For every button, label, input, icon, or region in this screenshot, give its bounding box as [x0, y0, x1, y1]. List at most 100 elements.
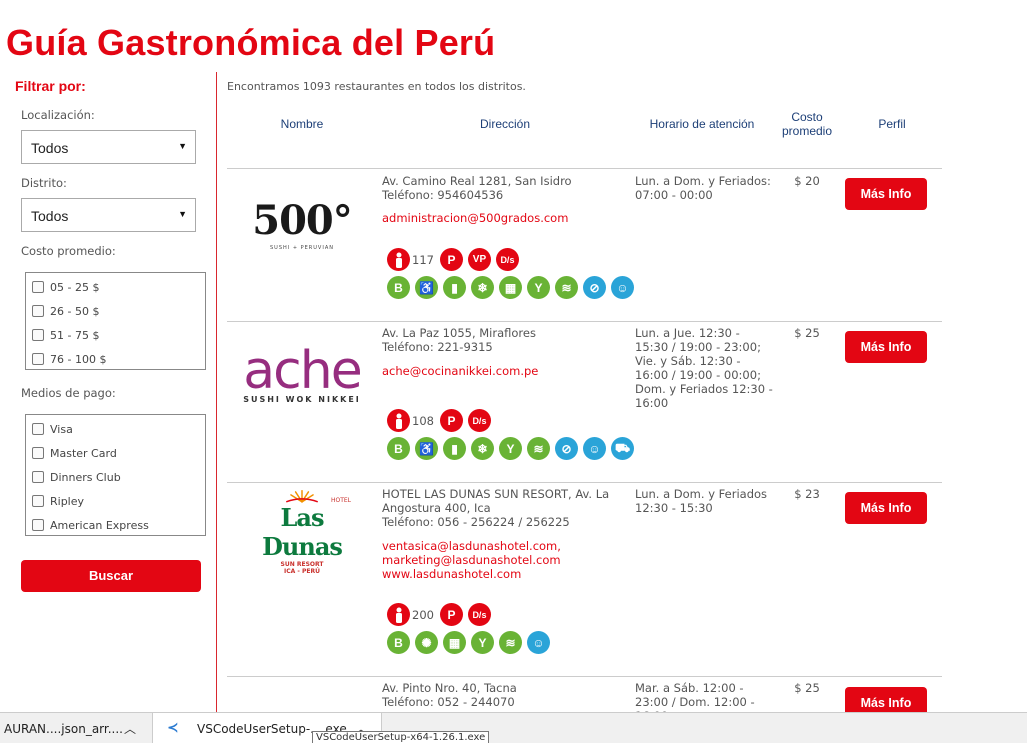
no-smoking-icon: D/s	[467, 409, 491, 432]
restaurant-logo[interactable]: ache SUSHI WOK NIKKEI	[227, 340, 377, 410]
cost-option[interactable]: 26 - 50 $	[32, 303, 99, 319]
kids-icon: ☺	[527, 631, 550, 654]
restaurant-hours: Lun. a Dom. y Feriados: 07:00 - 00:00	[635, 174, 771, 202]
capacity-icon	[387, 603, 410, 626]
payment-option[interactable]: Visa	[32, 421, 73, 437]
restaurant-hours: Mar. a Sáb. 12:00 - 23:00 / Dom. 12:00 -…	[635, 681, 755, 712]
checkbox[interactable]	[32, 447, 44, 459]
air-conditioning-icon: ❄	[471, 437, 494, 460]
restaurant-row: Av. Pinto Nro. 40, Tacna Teléfono: 052 -…	[227, 677, 942, 712]
header-name: Nombre	[280, 117, 324, 131]
restaurant-phone: Teléfono: 056 - 256224 / 256225	[382, 515, 570, 529]
wifi-icon: ≋	[527, 437, 550, 460]
cost-label: Costo promedio:	[21, 244, 116, 258]
header-cost: Costo promedio	[781, 110, 833, 138]
payment-label: Medios de pago:	[21, 386, 116, 400]
download-item[interactable]: AURAN....json_arr.... ︿	[0, 713, 150, 743]
valet-parking-icon: VP	[467, 248, 491, 271]
vscode-icon: ≺	[167, 720, 179, 736]
more-info-button[interactable]: Más Info	[845, 687, 927, 712]
checkbox[interactable]	[32, 519, 44, 531]
capacity-count: 117	[412, 252, 434, 267]
download-bar: AURAN....json_arr.... ︿ ≺ VSCodeUserSetu…	[0, 712, 1027, 743]
chevron-down-icon: ▼	[178, 141, 187, 151]
restaurant-logo[interactable]: 500° SUSHI + PERUVIAN	[227, 189, 377, 259]
district-label: Distrito:	[21, 176, 67, 190]
cocktail-icon: Y	[471, 631, 494, 654]
bottle-icon: ▮	[443, 437, 466, 460]
chevron-down-icon: ▼	[178, 209, 187, 219]
cost-checkbox-group: 05 - 25 $ 26 - 50 $ 51 - 75 $ 76 - 100 $	[25, 272, 206, 370]
cost-option[interactable]: 05 - 25 $	[32, 279, 99, 295]
bar-icon: B	[387, 631, 410, 654]
checkbox[interactable]	[32, 495, 44, 507]
restaurant-email[interactable]: ventasica@lasdunashotel.com, marketing@l…	[382, 539, 582, 581]
amenity-icons-bottom: B ♿ ▮ ❄ Y ≋ ⊘ ☺ ⛟	[387, 437, 634, 460]
parking-icon: P	[439, 248, 463, 271]
checkbox[interactable]	[32, 281, 44, 293]
no-smoking-area-icon: ⊘	[555, 437, 578, 460]
restaurant-hours: Lun. a Jue. 12:30 - 15:30 / 19:00 - 23:0…	[635, 326, 773, 410]
cost-option[interactable]: 76 - 100 $	[32, 351, 106, 367]
terrace-icon: ▦	[443, 631, 466, 654]
checkbox[interactable]	[32, 329, 44, 341]
capacity-icon	[387, 409, 410, 432]
no-smoking-area-icon: ⊘	[583, 276, 606, 299]
results-panel: Encontramos 1093 restaurantes en todos l…	[227, 72, 1027, 712]
header-profile: Perfil	[878, 117, 906, 131]
restaurant-email[interactable]: ache@cocinanikkei.com.pe	[382, 364, 622, 378]
cocktail-icon: Y	[527, 276, 550, 299]
cost-option[interactable]: 51 - 75 $	[32, 327, 99, 343]
location-label: Localización:	[21, 108, 95, 122]
checkbox[interactable]	[32, 423, 44, 435]
restaurant-row: HOTEL Las Dunas SUN RESORT ICA - PERÚ HO…	[227, 483, 942, 665]
restaurant-phone: Teléfono: 052 - 244070	[382, 695, 515, 709]
restaurant-row: ache SUSHI WOK NIKKEI Av. La Paz 1055, M…	[227, 322, 942, 482]
payment-option[interactable]: American Express	[32, 517, 149, 533]
restaurant-address: HOTEL LAS DUNAS SUN RESORT, Av. La Angos…	[382, 487, 610, 515]
filter-title: Filtrar por:	[15, 78, 86, 94]
download-tooltip: VSCodeUserSetup-x64-1.26.1.exe	[312, 731, 490, 743]
more-info-button[interactable]: Más Info	[845, 331, 927, 363]
payment-option[interactable]: Dinners Club	[32, 469, 121, 485]
capacity-icon	[387, 248, 410, 271]
checkbox[interactable]	[32, 353, 44, 365]
kids-icon: ☺	[611, 276, 634, 299]
payment-option[interactable]: Ripley	[32, 493, 84, 509]
chevron-up-icon[interactable]: ︿	[124, 720, 136, 737]
location-select[interactable]: Todos ▼	[21, 130, 196, 164]
location-value: Todos	[31, 140, 69, 156]
bar-icon: B	[387, 276, 410, 299]
capacity-count: 200	[412, 607, 434, 622]
capacity-count: 108	[412, 413, 434, 428]
payment-option[interactable]: Master Card	[32, 445, 117, 461]
wifi-icon: ≋	[555, 276, 578, 299]
site-title: Guía Gastronómica del Perú	[6, 22, 496, 63]
air-conditioning-icon: ❄	[471, 276, 494, 299]
restaurant-email[interactable]: administracion@500grados.com	[382, 211, 622, 225]
restaurant-phone: Teléfono: 954604536	[382, 188, 504, 202]
district-select[interactable]: Todos ▼	[21, 198, 196, 232]
search-button[interactable]: Buscar	[21, 560, 201, 592]
more-info-button[interactable]: Más Info	[845, 178, 927, 210]
checkbox[interactable]	[32, 471, 44, 483]
amenity-icons-bottom: B ✺ ▦ Y ≋ ☺	[387, 631, 550, 654]
wifi-icon: ≋	[499, 631, 522, 654]
bar-icon: B	[387, 437, 410, 460]
restaurant-logo[interactable]: HOTEL Las Dunas SUN RESORT ICA - PERÚ	[227, 489, 377, 575]
more-info-button[interactable]: Más Info	[845, 492, 927, 524]
amenity-icons-top: 108 P D/s	[387, 409, 491, 432]
heating-icon: ✺	[415, 631, 438, 654]
no-smoking-icon: D/s	[467, 603, 491, 626]
amenity-icons-top: 200 P D/s	[387, 603, 491, 626]
restaurant-address: Av. La Paz 1055, Miraflores	[382, 326, 536, 340]
restaurant-cost: $ 25	[794, 326, 820, 340]
restaurant-row: 500° SUSHI + PERUVIAN Av. Camino Real 12…	[227, 169, 942, 321]
wheelchair-icon: ♿	[415, 276, 438, 299]
checkbox[interactable]	[32, 305, 44, 317]
parking-icon: P	[439, 409, 463, 432]
header-hours: Horario de atención	[649, 117, 755, 131]
restaurant-address: Av. Pinto Nro. 40, Tacna	[382, 681, 517, 695]
bottle-icon: ▮	[443, 276, 466, 299]
restaurant-hours: Lun. a Dom. y Feriados 12:30 - 15:30	[635, 487, 768, 515]
